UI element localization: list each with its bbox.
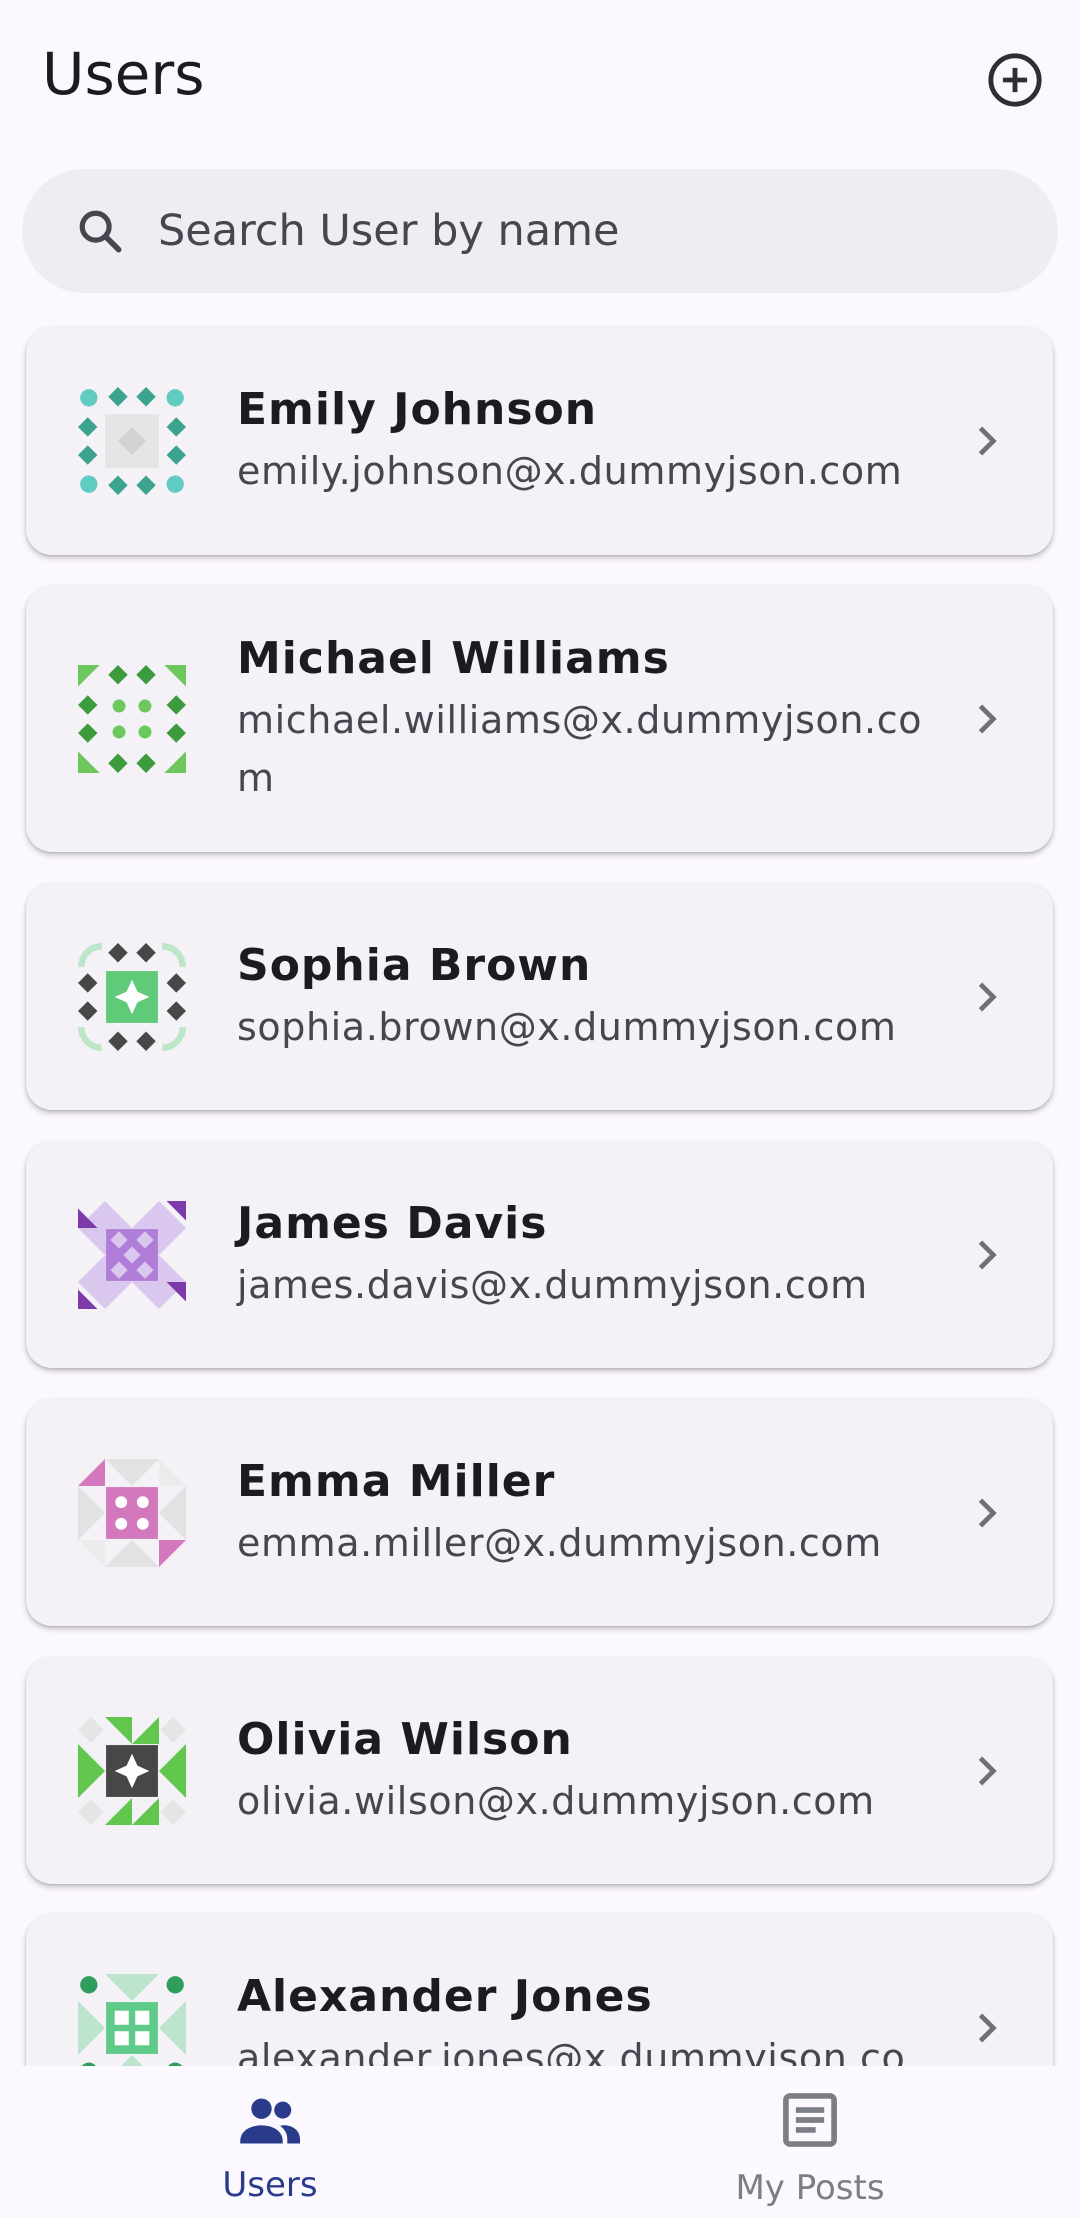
nav-tab-my-posts[interactable]: My Posts (540, 2066, 1080, 2218)
nav-label-users: Users (222, 2165, 318, 2205)
app-bar: Users (0, 0, 1080, 150)
user-email: olivia.wilson@x.dummyjson.com (237, 1779, 875, 1823)
user-email: sophia.brown@x.dummyjson.com (237, 1005, 897, 1049)
user-avatar-identicon (78, 665, 186, 773)
user-email: emily.johnson@x.dummyjson.com (237, 449, 903, 493)
chevron-right-icon (978, 2013, 997, 2043)
user-name: Emma Miller (237, 1456, 556, 1507)
nav-tab-users[interactable]: Users (0, 2066, 540, 2218)
user-name: James Davis (237, 1198, 548, 1249)
search-input[interactable] (158, 169, 1018, 293)
user-card[interactable]: Olivia Wilson olivia.wilson@x.dummyjson.… (26, 1657, 1053, 1884)
people-icon (240, 2098, 301, 2144)
page-title: Users (42, 40, 205, 108)
add-user-button[interactable] (975, 40, 1055, 120)
user-card[interactable]: Sophia Brown sophia.brown@x.dummyjson.co… (26, 883, 1053, 1110)
user-name: Olivia Wilson (237, 1714, 573, 1765)
user-list[interactable]: Emily Johnson emily.johnson@x.dummyjson.… (0, 320, 1080, 2066)
chevron-right-icon (978, 982, 997, 1012)
user-name: Alexander Jones (237, 1971, 653, 2022)
user-email: alexander.jones@x.dummyjson.com (237, 2036, 906, 2066)
search-bar[interactable] (22, 169, 1058, 293)
chevron-right-icon (978, 1756, 997, 1786)
nav-label-my-posts: My Posts (735, 2168, 885, 2208)
user-avatar-identicon (78, 943, 186, 1051)
chevron-right-icon (978, 1498, 997, 1528)
user-avatar-identicon (78, 1459, 186, 1567)
add-circle-outline-icon (988, 53, 1042, 107)
user-card[interactable]: Emily Johnson emily.johnson@x.dummyjson.… (26, 327, 1053, 555)
user-avatar-identicon (78, 1974, 186, 2066)
user-avatar-identicon (78, 1717, 186, 1825)
user-card[interactable]: Emma Miller emma.miller@x.dummyjson.com (26, 1399, 1053, 1626)
user-email: emma.miller@x.dummyjson.com (237, 1521, 882, 1565)
user-email: michael.williams@x.dummyjson.com (237, 698, 923, 800)
user-avatar-identicon (78, 387, 186, 495)
user-name: Michael Williams (237, 633, 670, 684)
chevron-right-icon (978, 1240, 997, 1270)
user-card[interactable]: James Davis james.davis@x.dummyjson.com (26, 1141, 1053, 1368)
user-name: Emily Johnson (237, 384, 598, 435)
user-card[interactable]: Alexander Jones alexander.jones@x.dummyj… (26, 1914, 1053, 2066)
user-card[interactable]: Michael Williams michael.williams@x.dumm… (26, 586, 1053, 852)
app-screen: Users Search User by name Emily Johnson … (0, 0, 1080, 2218)
bottom-navigation-bar: Users My Posts (0, 2066, 1080, 2218)
search-icon (79, 210, 122, 253)
article-icon (783, 2093, 837, 2147)
user-email: james.davis@x.dummyjson.com (237, 1263, 868, 1307)
user-name: Sophia Brown (237, 940, 592, 991)
chevron-right-icon (978, 426, 997, 456)
chevron-right-icon (978, 704, 997, 734)
user-avatar-identicon (78, 1201, 186, 1309)
